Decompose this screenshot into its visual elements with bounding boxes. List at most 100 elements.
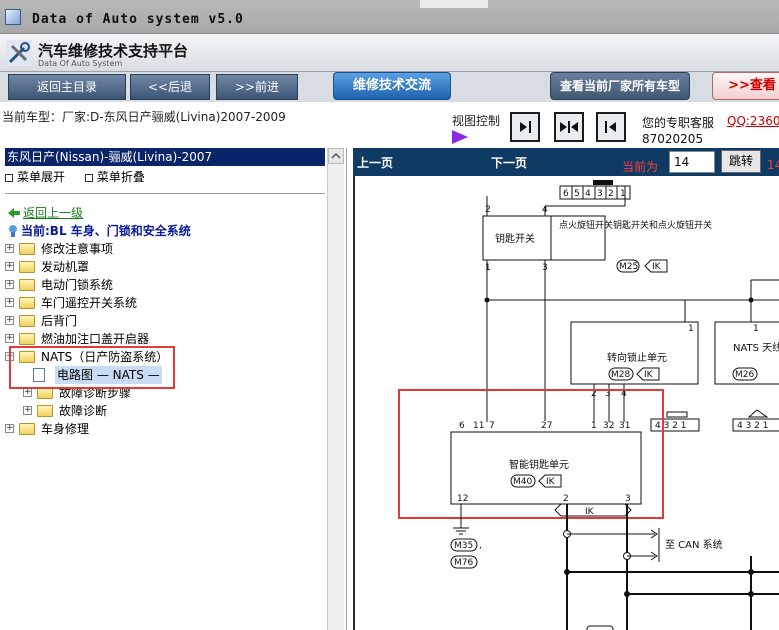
pin-label: 1 xyxy=(591,421,597,431)
bottom-wires: IK 至 CAN 系统 M35 , M76 xyxy=(450,503,779,630)
current-marker-icon xyxy=(9,225,17,237)
car-model-header: 东风日产(Nissan)-骊威(Livina)-2007 xyxy=(5,148,325,166)
current-section-label: 当前:BL 车身、门锁和安全系统 xyxy=(21,224,191,238)
menu-panel: 东风日产(Nissan)-骊威(Livina)-2007 菜单展开 菜单折叠 返… xyxy=(0,148,347,630)
connector-pin: 4 xyxy=(585,189,591,199)
folder-icon xyxy=(19,423,35,435)
m40-tag: M40 xyxy=(513,477,532,487)
key-switch: 2 4 1 3 钥匙开关 点火旋钮开关 钥匙开关和点火旋钮开关 M25 IK xyxy=(482,205,712,273)
go-up-label: 返回上一级 xyxy=(23,206,84,220)
expand-plus-icon[interactable]: + xyxy=(5,262,14,271)
title-bar: Data of Auto system v5.0 xyxy=(0,0,779,34)
service-label: 您的专职客服 xyxy=(642,116,715,130)
menu-scrollbar[interactable] xyxy=(327,148,344,630)
app-window: Data of Auto system v5.0 汽车维修技术支持平台 Data… xyxy=(0,0,779,630)
tree-item[interactable]: + 电动门锁系统 xyxy=(5,276,325,294)
connector-text: 4 3 2 1 xyxy=(655,421,687,431)
m25-tag: M25 xyxy=(619,262,638,272)
connector-pin: 2 xyxy=(608,189,614,199)
jump-button[interactable]: 跳转 xyxy=(721,150,761,173)
expand-plus-icon[interactable]: + xyxy=(5,424,14,433)
forward-button[interactable]: >>前进 xyxy=(216,74,298,100)
all-models-button[interactable]: 查看当前厂家所有车型 xyxy=(550,72,690,100)
highlight-box xyxy=(9,346,175,389)
expand-plus-icon[interactable]: + xyxy=(23,406,32,415)
tree-item-label: 车门遥控开关系统 xyxy=(41,296,138,310)
key-ignition-title: 钥匙开关和点火旋钮开关 xyxy=(613,219,712,231)
tech-exchange-button[interactable]: 维修技术交流 xyxy=(333,72,451,100)
arrow-left-bar-icon xyxy=(605,121,616,133)
tree-item[interactable]: + 车门遥控开关系统 xyxy=(5,294,325,312)
expand-plus-icon[interactable]: + xyxy=(5,298,14,307)
fit-left-button[interactable] xyxy=(596,112,626,142)
pin-label: 1 xyxy=(485,263,491,273)
tree-item-label: 故障诊断 xyxy=(59,404,108,418)
nats-amp-label: NATS 天线放大器 xyxy=(733,341,779,354)
check-arrow-icon: >> xyxy=(728,78,750,93)
ik-tag: IK xyxy=(546,477,556,487)
tree-item[interactable]: + 后背门 xyxy=(5,312,325,330)
brand-header: 汽车维修技术支持平台 Data Of Auto System xyxy=(0,34,779,72)
total-pages: 14 xyxy=(767,158,779,172)
expand-plus-icon[interactable]: + xyxy=(23,388,32,397)
qq-link[interactable]: QQ:2360 xyxy=(727,114,779,128)
tree-item-label: 后背门 xyxy=(41,314,78,328)
nats-antenna-amp: 1 NATS 天线放大器 M26 xyxy=(714,321,779,385)
collapse-all-label: 菜单折叠 xyxy=(96,170,145,184)
expand-plus-icon[interactable]: + xyxy=(5,244,14,253)
check-button[interactable]: >>查看 xyxy=(712,72,779,100)
m26-tag: M26 xyxy=(735,370,754,380)
brand-name-en: Data Of Auto System xyxy=(38,59,123,68)
folder-icon xyxy=(37,405,53,417)
expand-plus-icon[interactable]: + xyxy=(5,280,14,289)
arrows-inward-icon xyxy=(560,121,578,133)
fit-right-button[interactable] xyxy=(510,112,540,142)
expand-square-icon xyxy=(5,173,13,182)
ik-tag: IK xyxy=(652,262,662,272)
tree-item-label: 车身修理 xyxy=(41,422,90,436)
window-title: Data of Auto system v5.0 xyxy=(32,12,244,27)
view-control-arrow-icon xyxy=(452,130,468,144)
collapse-all-button[interactable]: 菜单折叠 xyxy=(84,170,153,184)
menu-options: 菜单展开 菜单折叠 xyxy=(5,168,161,185)
back-button[interactable]: <<后退 xyxy=(130,74,210,100)
tree-item[interactable]: + 车身修理 xyxy=(5,420,325,438)
fit-both-button[interactable] xyxy=(554,112,584,142)
connector-pin: 3 xyxy=(597,189,603,199)
title-bar-field xyxy=(420,0,488,8)
ground-ref: M35 xyxy=(454,541,473,551)
folder-icon xyxy=(19,279,35,291)
pin-label: 2 xyxy=(485,205,491,215)
next-page-button[interactable]: 下一页 xyxy=(491,154,527,171)
folder-icon xyxy=(19,261,35,273)
expand-all-label: 菜单展开 xyxy=(17,170,66,184)
tree-item[interactable]: + 故障诊断 xyxy=(5,402,325,420)
tree-item[interactable]: + 发动机罩 xyxy=(5,258,325,276)
main-menu-button[interactable]: 返回主目录 xyxy=(8,74,126,100)
toolbar: 返回主目录 <<后退 >>前进 维修技术交流 查看当前厂家所有车型 >>查看 xyxy=(0,72,779,102)
current-car-label: 当前车型：厂家:D-东风日产骊威(Livina)2007-2009 xyxy=(2,110,286,124)
scroll-up-icon[interactable] xyxy=(328,148,344,164)
go-up-link[interactable]: 返回上一级 xyxy=(5,204,325,222)
connector-pin: 5 xyxy=(574,189,580,199)
current-section: 当前:BL 车身、门锁和安全系统 xyxy=(5,222,325,240)
pin-label: 12 xyxy=(457,494,468,504)
ik-tag: IK xyxy=(644,370,654,380)
pin-label: 3 xyxy=(625,494,631,504)
folder-icon xyxy=(19,297,35,309)
expand-all-button[interactable]: 菜单展开 xyxy=(5,170,73,184)
tree-item[interactable]: + 修改注意事项 xyxy=(5,240,325,258)
check-button-label: 查看 xyxy=(749,78,776,93)
menu-tree: 返回上一级 当前:BL 车身、门锁和安全系统 + 修改注意事项 + 发动机罩 + xyxy=(5,200,325,438)
expand-plus-icon[interactable]: + xyxy=(5,334,14,343)
steering-lock-unit: 1 转向锁止单元 M28 IK 2 3 4 xyxy=(570,321,699,422)
page-number-input[interactable]: 14 xyxy=(669,151,715,173)
pin-label: 1 xyxy=(688,324,694,334)
pin-label: 27 xyxy=(541,421,552,431)
wiring-diagram-svg: 6 5 4 3 2 1 2 4 1 3 钥匙开关 点火旋钮开关 xyxy=(398,180,779,630)
prev-page-button[interactable]: 上一页 xyxy=(357,154,393,171)
tools-logo-icon xyxy=(6,40,32,66)
expand-plus-icon[interactable]: + xyxy=(5,316,14,325)
pin-label: 7 xyxy=(489,421,495,431)
pin-label: 11 xyxy=(473,421,484,431)
